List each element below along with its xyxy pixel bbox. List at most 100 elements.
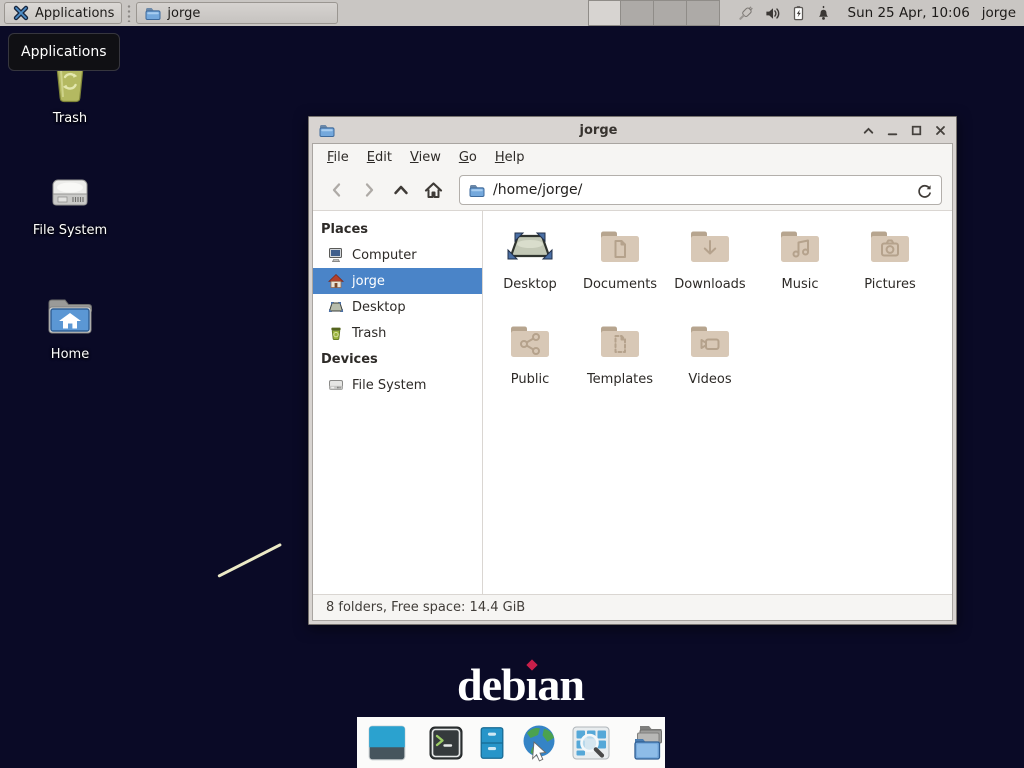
file-item-downloads[interactable]: Downloads bbox=[665, 223, 755, 318]
desktop-special-icon bbox=[506, 223, 554, 271]
file-item-label: Pictures bbox=[864, 277, 915, 292]
battery-icon[interactable] bbox=[791, 4, 806, 22]
xfce-menu-icon bbox=[12, 4, 30, 22]
folder-documents-icon bbox=[596, 223, 644, 271]
file-item-templates[interactable]: Templates bbox=[575, 318, 665, 413]
dock-terminal-button[interactable] bbox=[426, 723, 466, 763]
clock[interactable]: Sun 25 Apr, 10:06 bbox=[848, 5, 970, 21]
file-item-label: Desktop bbox=[503, 277, 557, 292]
taskbar-window-button[interactable]: jorge bbox=[136, 2, 338, 24]
computer-icon bbox=[328, 247, 344, 263]
toolbar: /home/jorge/ bbox=[313, 170, 952, 211]
menu-edit[interactable]: Edit bbox=[359, 147, 400, 168]
folder-templates-icon bbox=[596, 318, 644, 366]
dock-cabinet-icon bbox=[474, 722, 510, 764]
home-button[interactable] bbox=[419, 176, 447, 204]
desktop-icon-label: Trash bbox=[53, 111, 87, 126]
applications-menu-label: Applications bbox=[35, 6, 114, 21]
up-button[interactable] bbox=[387, 176, 415, 204]
window-folder-icon bbox=[318, 122, 336, 139]
file-manager-window: jorge FileEditViewGoHelp bbox=[308, 116, 957, 625]
window-titlebar[interactable]: jorge bbox=[312, 117, 953, 143]
forward-button[interactable] bbox=[355, 176, 383, 204]
desktop-mini-icon bbox=[328, 299, 344, 315]
statusbar-text: 8 folders, Free space: 14.4 GiB bbox=[326, 600, 525, 615]
system-tray bbox=[736, 4, 832, 23]
plug-icon[interactable] bbox=[736, 4, 755, 23]
menu-go[interactable]: Go bbox=[451, 147, 485, 168]
sidebar-item-label: Desktop bbox=[352, 300, 406, 315]
file-item-label: Documents bbox=[583, 277, 657, 292]
dock-file-cabinet-button[interactable] bbox=[474, 722, 510, 764]
folder-pictures-icon bbox=[866, 223, 914, 271]
debian-logo: debıan bbox=[457, 658, 584, 711]
shade-button[interactable] bbox=[861, 123, 875, 137]
workspace-4[interactable] bbox=[687, 0, 720, 26]
trash-mini-icon bbox=[328, 325, 344, 341]
menubar: FileEditViewGoHelp bbox=[313, 144, 952, 170]
sidebar-item-computer[interactable]: Computer bbox=[313, 242, 482, 268]
file-item-public[interactable]: Public bbox=[485, 318, 575, 413]
sidebar-item-jorge[interactable]: jorge bbox=[313, 268, 482, 294]
folder-videos-icon bbox=[686, 318, 734, 366]
bell-icon[interactable] bbox=[815, 4, 832, 22]
file-view: Desktop Documents Downloads Music Pictures Pu… bbox=[483, 211, 952, 594]
file-item-documents[interactable]: Documents bbox=[575, 223, 665, 318]
path-text: /home/jorge/ bbox=[493, 182, 909, 198]
path-entry[interactable]: /home/jorge/ bbox=[459, 175, 942, 205]
maximize-button[interactable] bbox=[909, 123, 923, 137]
file-item-label: Templates bbox=[587, 372, 653, 387]
drive-big-icon bbox=[46, 170, 94, 218]
sidebar-item-file-system[interactable]: File System bbox=[313, 372, 482, 398]
desktop-icon-home[interactable]: Home bbox=[18, 290, 122, 362]
desktop-icon-label: File System bbox=[33, 223, 107, 238]
file-item-videos[interactable]: Videos bbox=[665, 318, 755, 413]
sidebar-item-label: Computer bbox=[352, 248, 417, 263]
folder-icon bbox=[144, 5, 162, 22]
sidebar: PlacesComputerjorgeDesktopTrashDevicesFi… bbox=[313, 211, 483, 594]
dock-web-browser-button[interactable] bbox=[518, 722, 562, 764]
statusbar: 8 folders, Free space: 14.4 GiB bbox=[313, 594, 952, 620]
workspace-3[interactable] bbox=[654, 0, 687, 26]
dock-show-desktop-button[interactable] bbox=[364, 722, 410, 764]
menu-help[interactable]: Help bbox=[487, 147, 533, 168]
sidebar-item-trash[interactable]: Trash bbox=[313, 320, 482, 346]
workspace-1[interactable] bbox=[588, 0, 621, 26]
dock-app-finder-button[interactable] bbox=[570, 723, 612, 763]
workspace-2[interactable] bbox=[621, 0, 654, 26]
dock-desktop-icon bbox=[364, 722, 410, 764]
workspace-switcher[interactable] bbox=[588, 0, 720, 26]
minimize-button[interactable] bbox=[885, 123, 899, 137]
dock-folders-icon bbox=[628, 722, 672, 764]
close-button[interactable] bbox=[933, 123, 947, 137]
panel-username[interactable]: jorge bbox=[982, 5, 1016, 21]
file-item-desktop[interactable]: Desktop bbox=[485, 223, 575, 318]
menu-file[interactable]: File bbox=[319, 147, 357, 168]
sidebar-item-desktop[interactable]: Desktop bbox=[313, 294, 482, 320]
path-folder-icon bbox=[468, 182, 486, 199]
refresh-icon[interactable] bbox=[916, 182, 933, 199]
sidebar-item-label: File System bbox=[352, 378, 426, 393]
top-panel: Applications jorge Sun 25 Apr, 10:06 jor… bbox=[0, 0, 1024, 26]
back-button[interactable] bbox=[323, 176, 351, 204]
desktop-icon-file-system[interactable]: File System bbox=[18, 170, 122, 238]
sidebar-item-label: Trash bbox=[352, 326, 386, 341]
file-item-pictures[interactable]: Pictures bbox=[845, 223, 935, 318]
bottom-dock bbox=[357, 717, 665, 768]
tasklist-handle bbox=[126, 4, 132, 22]
home-red-icon bbox=[328, 273, 344, 289]
desktop-icon-label: Home bbox=[51, 347, 89, 362]
dock-file-manager-button[interactable] bbox=[628, 722, 672, 764]
file-item-label: Videos bbox=[688, 372, 731, 387]
menu-view[interactable]: View bbox=[402, 147, 449, 168]
volume-icon[interactable] bbox=[764, 5, 782, 22]
dock-terminal-icon bbox=[426, 723, 466, 763]
applications-menu-button[interactable]: Applications bbox=[4, 2, 122, 24]
desktop-line-artifact bbox=[217, 543, 282, 578]
sidebar-section-devices: Devices bbox=[313, 346, 482, 372]
file-item-label: Music bbox=[782, 277, 819, 292]
file-item-music[interactable]: Music bbox=[755, 223, 845, 318]
sidebar-item-label: jorge bbox=[352, 274, 385, 289]
dock-browser-icon bbox=[518, 722, 562, 764]
taskbar-window-label: jorge bbox=[167, 6, 200, 21]
